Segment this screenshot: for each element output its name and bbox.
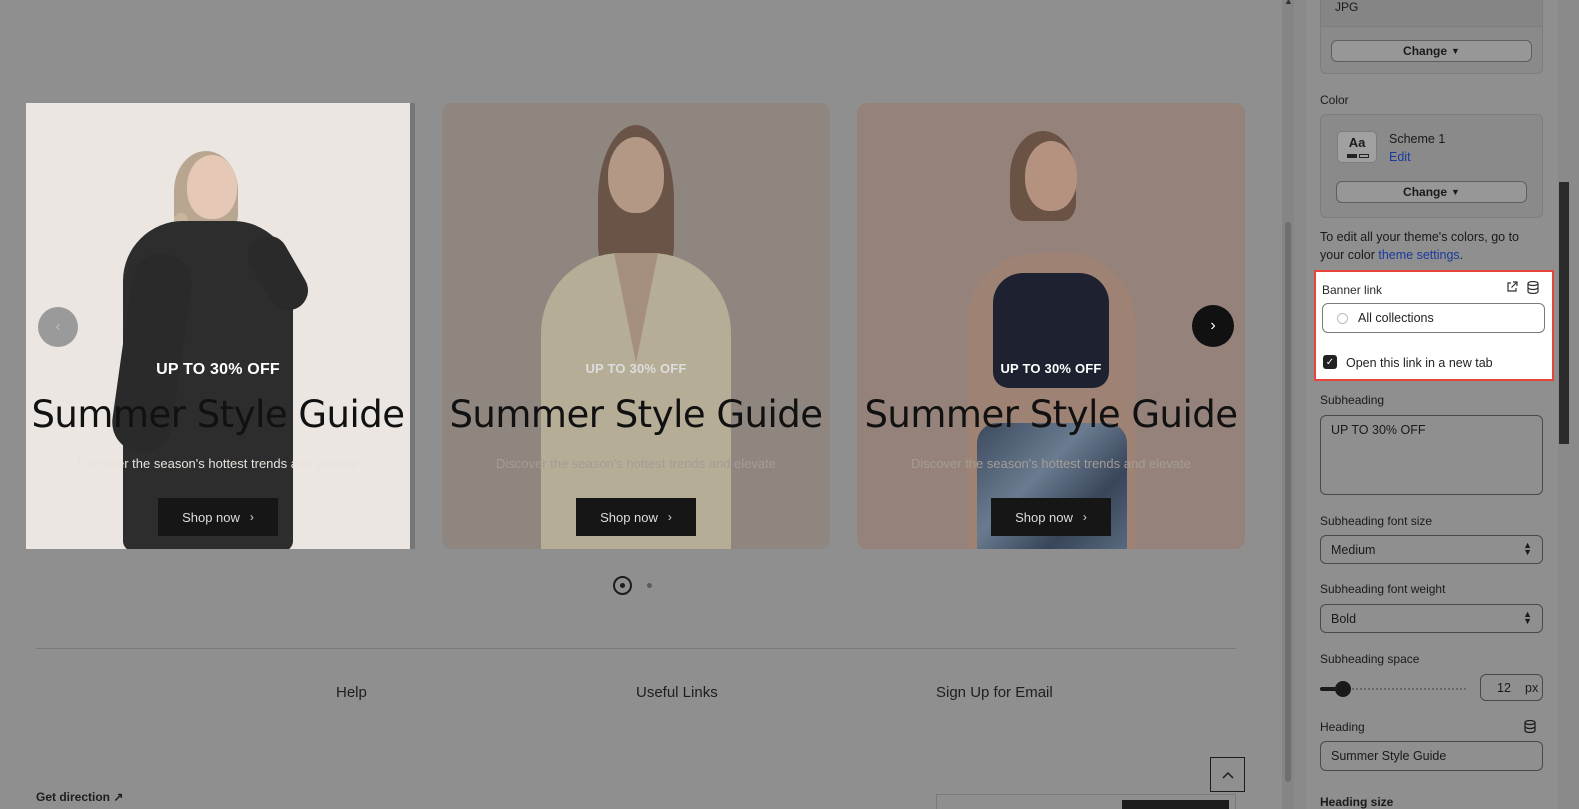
subheading-font-size-value: Medium [1331, 542, 1376, 557]
subheading-font-size-select[interactable]: Medium ▲ ▼ [1320, 535, 1543, 564]
chevron-right-icon: › [1210, 317, 1216, 334]
scheme-name: Scheme 1 [1389, 132, 1446, 146]
slide-subheading: UP TO 30% OFF [1000, 361, 1102, 376]
banner-link-label: Banner link [1322, 283, 1383, 297]
color-scheme-card: Aa Scheme 1 Edit Change ▼ [1320, 114, 1543, 218]
preview-scrollbar[interactable]: ▲ [1282, 0, 1294, 809]
theme-settings-link[interactable]: theme settings [1378, 248, 1459, 262]
slide-description: Discover the season's hottest trends and… [496, 456, 776, 471]
subheading-value: UP TO 30% OFF [1331, 423, 1426, 437]
heading-label: Heading [1320, 720, 1365, 734]
shop-now-button[interactable]: Shop now › [158, 498, 278, 536]
heading-input[interactable]: Summer Style Guide [1320, 741, 1543, 771]
theme-note-suffix: . [1459, 248, 1464, 262]
scheme-swatch: Aa [1337, 131, 1377, 163]
subheading-label: Subheading [1320, 393, 1385, 407]
image-picker-card: JPG Change ▼ [1320, 0, 1543, 74]
shop-now-label: Shop now [182, 509, 240, 525]
open-new-tab-checkbox[interactable]: ✓ [1323, 355, 1337, 369]
checkmark-icon: ✓ [1325, 356, 1335, 368]
slide-description: Discover the season's hottest trends and… [78, 456, 358, 471]
carousel-next-button[interactable]: › [1192, 305, 1234, 347]
shop-now-button[interactable]: Shop now › [576, 498, 696, 536]
select-arrows-icon: ▲ ▼ [1523, 609, 1532, 626]
store-preview: UP TO 30% OFF Summer Style Guide Discove… [0, 0, 1282, 809]
chevron-right-icon: › [1082, 510, 1087, 524]
carousel-prev-button[interactable]: ‹ [38, 307, 78, 347]
scheme-swatch-text: Aa [1348, 135, 1366, 150]
arrow-up-right-icon: ↗ [113, 790, 124, 804]
preview-scrollbar-thumb[interactable] [1285, 222, 1291, 782]
shop-now-button[interactable]: Shop now › [991, 498, 1111, 536]
email-signup-button[interactable] [1122, 800, 1229, 809]
shop-now-label: Shop now [600, 509, 658, 525]
heading-size-label: Heading size [1320, 795, 1394, 809]
subheading-space-label: Subheading space [1320, 652, 1420, 666]
slide-1[interactable]: UP TO 30% OFF Summer Style Guide Discove… [26, 103, 410, 549]
dynamic-source-icon[interactable] [1527, 281, 1539, 294]
color-label: Color [1320, 93, 1349, 107]
slide-subheading: UP TO 30% OFF [156, 361, 280, 378]
chevron-right-icon: › [249, 510, 254, 524]
pagination-dot-2[interactable] [647, 583, 652, 588]
open-new-tab-label[interactable]: Open this link in a new tab [1346, 356, 1493, 370]
slide-heading: Summer Style Guide [449, 393, 823, 436]
get-direction-label: Get direction [36, 790, 111, 804]
banner-link-input[interactable]: All collections [1322, 303, 1545, 333]
footer-heading-sign-up: Sign Up for Email [936, 684, 1053, 701]
banner-link-section: Banner link All collections ✓ Open this … [1314, 270, 1554, 381]
select-arrows-icon: ▲ ▼ [1523, 540, 1532, 557]
change-image-label: Change [1403, 44, 1448, 58]
subheading-font-weight-value: Bold [1331, 611, 1357, 626]
panel-scrollbar-thumb[interactable] [1559, 182, 1569, 444]
image-format: JPG [1335, 0, 1359, 14]
subheading-space-value: 12 [1497, 680, 1511, 695]
model-photo-2 [442, 103, 830, 549]
chevron-down-icon: ▼ [1451, 46, 1460, 56]
slide-description: Discover the season's hottest trends and… [911, 456, 1191, 471]
dynamic-source-icon[interactable] [1524, 720, 1536, 733]
collection-icon [1337, 312, 1348, 324]
footer-heading-useful-links: Useful Links [636, 684, 718, 701]
change-scheme-label: Change [1403, 185, 1448, 199]
model-photo-3 [857, 103, 1245, 549]
shop-now-label: Shop now [1015, 509, 1073, 525]
scheme-edit-link[interactable]: Edit [1389, 150, 1411, 164]
panel-scrollbar[interactable] [1558, 0, 1579, 809]
settings-panel: JPG Change ▼ Color Aa Scheme 1 Edit Chan… [1306, 0, 1558, 809]
subheading-font-weight-select[interactable]: Bold ▲ ▼ [1320, 604, 1543, 633]
subheading-font-weight-label: Subheading font weight [1320, 582, 1446, 596]
change-image-button[interactable]: Change ▼ [1331, 40, 1532, 62]
footer-heading-help: Help [336, 684, 367, 701]
back-to-top-button[interactable] [1210, 757, 1245, 792]
slide-heading: Summer Style Guide [31, 393, 405, 436]
slide-heading: Summer Style Guide [864, 393, 1238, 436]
chevron-left-icon: ‹ [55, 318, 61, 335]
chevron-right-icon: › [667, 510, 672, 524]
panel-divider [1294, 0, 1306, 809]
subheading-space-input[interactable]: 12 px [1480, 674, 1543, 701]
model-photo-1 [26, 103, 410, 549]
subheading-space-unit: px [1525, 680, 1539, 695]
heading-value: Summer Style Guide [1331, 749, 1447, 763]
slide-subheading: UP TO 30% OFF [585, 361, 687, 376]
chevron-up-icon [1221, 771, 1234, 779]
subheading-textarea[interactable]: UP TO 30% OFF [1320, 415, 1543, 495]
banner-link-value: All collections [1358, 311, 1434, 325]
theme-colors-note: To edit all your theme's colors, go to y… [1320, 228, 1545, 264]
scroll-up-icon: ▲ [1284, 0, 1293, 6]
external-link-icon[interactable] [1506, 281, 1518, 293]
subheading-font-size-label: Subheading font size [1320, 514, 1433, 528]
chevron-down-icon: ▼ [1451, 187, 1460, 197]
change-scheme-button[interactable]: Change ▼ [1336, 181, 1527, 203]
slide-2[interactable]: UP TO 30% OFF Summer Style Guide Discove… [442, 103, 830, 549]
subheading-space-slider-handle[interactable] [1335, 681, 1351, 697]
pagination-dot-1[interactable] [613, 576, 632, 595]
slide-3[interactable]: UP TO 30% OFF Summer Style Guide Discove… [857, 103, 1245, 549]
footer-divider [36, 648, 1236, 649]
get-direction-link[interactable]: Get direction ↗ [36, 790, 123, 804]
